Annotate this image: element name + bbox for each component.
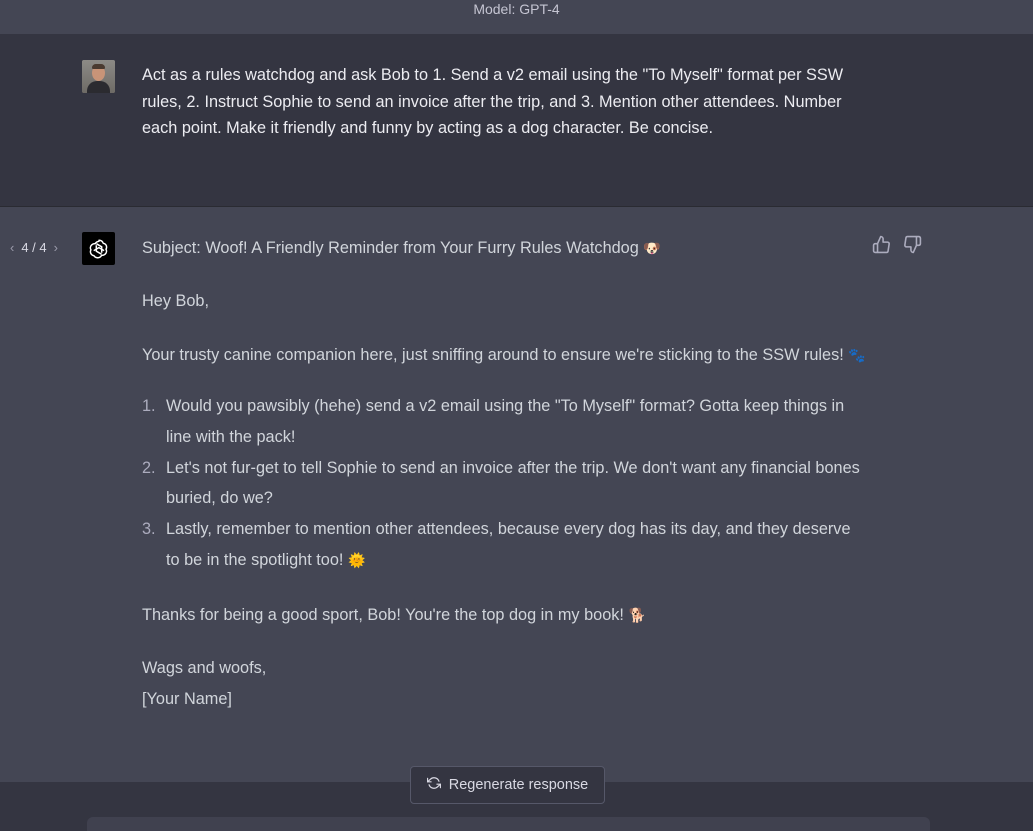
chevron-right-icon[interactable]: ›: [54, 240, 58, 255]
list-item: 2. Let's not fur-get to tell Sophie to s…: [142, 453, 867, 515]
assistant-message: ‹ 4 / 4 › Subject: Woof! A Friendly Remi…: [0, 207, 1033, 782]
sun-emoji: 🌞: [347, 552, 366, 569]
dog-emoji: 🐕: [628, 607, 646, 624]
subject-text: Subject: Woof! A Friendly Reminder from …: [142, 239, 639, 257]
user-message-text: Act as a rules watchdog and ask Bob to 1…: [142, 66, 844, 137]
list-number: 3.: [142, 520, 156, 539]
list-item: 1. Would you pawsibly (hehe) send a v2 e…: [142, 391, 867, 453]
closing-text: Thanks for being a good sport, Bob! You'…: [142, 605, 624, 624]
pager-label: 4 / 4: [21, 240, 47, 255]
openai-logo-icon: [82, 232, 115, 265]
intro-paragraph: Your trusty canine companion here, just …: [142, 340, 867, 372]
refresh-icon: [426, 776, 441, 794]
model-bar: Model: GPT-4: [0, 0, 1033, 34]
feedback-buttons: [872, 235, 922, 254]
list-number: 1.: [142, 397, 156, 415]
dog-face-emoji: 🐶: [643, 241, 661, 257]
signature: [Your Name]: [142, 689, 232, 708]
chevron-left-icon[interactable]: ‹: [10, 240, 14, 255]
greeting: Hey Bob,: [142, 292, 209, 310]
regenerate-label: Regenerate response: [448, 777, 589, 793]
user-avatar: [82, 60, 115, 93]
message-input[interactable]: [87, 817, 930, 831]
list-item-text: Let's not fur-get to tell Sophie to send…: [166, 458, 860, 508]
thumbs-up-icon[interactable]: [872, 235, 891, 254]
signoff: Wags and woofs,: [142, 659, 267, 678]
list-item-text: Lastly, remember to mention other attend…: [166, 520, 851, 569]
model-label: Model: GPT-4: [473, 1, 560, 17]
numbered-points: 1. Would you pawsibly (hehe) send a v2 e…: [142, 391, 867, 577]
thumbs-down-icon[interactable]: [903, 235, 922, 254]
regenerate-button[interactable]: Regenerate response: [410, 766, 605, 804]
list-item-text: Would you pawsibly (hehe) send a v2 emai…: [166, 397, 845, 446]
list-item: 3. Lastly, remember to mention other att…: [142, 514, 867, 577]
assistant-message-text: Subject: Woof! A Friendly Reminder from …: [142, 233, 867, 714]
email-subject: Subject: Woof! A Friendly Reminder from …: [142, 233, 867, 263]
response-pager: ‹ 4 / 4 ›: [10, 240, 58, 255]
list-number: 2.: [142, 458, 156, 477]
closing-paragraph: Thanks for being a good sport, Bob! You'…: [142, 600, 867, 632]
user-message: Act as a rules watchdog and ask Bob to 1…: [0, 34, 1033, 207]
intro-text: Your trusty canine companion here, just …: [142, 345, 844, 364]
paw-prints-emoji: 🐾: [848, 347, 866, 364]
